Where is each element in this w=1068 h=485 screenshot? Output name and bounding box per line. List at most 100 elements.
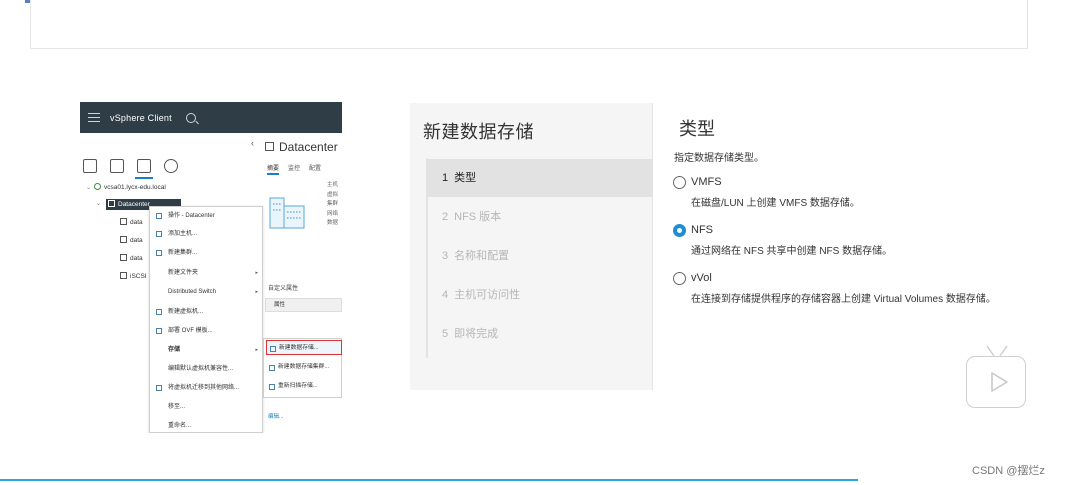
video-play-button[interactable] [966, 356, 1026, 408]
tab-monitor[interactable]: 监控 [288, 166, 300, 172]
menu-item-rescan-storage[interactable]: 重新扫描存储... [266, 379, 342, 394]
tree-label: data [130, 255, 143, 262]
tree-item-datastore[interactable]: data [120, 236, 143, 244]
step-number: 4 [442, 289, 449, 301]
collapse-chevron-icon[interactable]: ‹ [251, 138, 254, 148]
storage-icon[interactable] [135, 159, 153, 179]
edit-link[interactable]: 编辑... [268, 412, 284, 420]
wizard-step-1[interactable]: 1 类型 [426, 159, 653, 197]
custom-attributes-title: 自定义属性 [268, 286, 299, 292]
option-name: NFS [691, 224, 713, 236]
menu-item-new-cluster[interactable]: 新建集群... [150, 246, 262, 260]
tree-item-datastore[interactable]: data [120, 218, 143, 226]
submenu-arrow-icon: ▸ [255, 289, 258, 295]
menu-label: 操作 - Datacenter [168, 213, 215, 219]
tab-summary[interactable]: 摘要 [267, 166, 280, 175]
menu-item-new-folder[interactable]: 新建文件夹 ▸ [150, 266, 262, 280]
menu-label: 编辑默认虚拟机兼容性... [168, 366, 234, 372]
step-label: 类型 [454, 172, 477, 184]
info-line: 虚拟 [327, 191, 339, 198]
expand-caret-icon[interactable]: ⌄ [86, 184, 94, 191]
menu-item-new-datastore-cluster[interactable]: 新建数据存储集群... [266, 360, 342, 375]
step-number: 1 [442, 172, 449, 184]
menu-label: 新建数据存储集群... [278, 364, 330, 370]
migrate-icon [156, 385, 162, 391]
option-vvol[interactable]: vVol 在连接到存储提供程序的存储容器上创建 Virtual Volumes … [673, 272, 1033, 306]
datacenter-icon [265, 142, 274, 151]
tree-label: data [130, 219, 143, 226]
wizard-title: 新建数据存储 [423, 122, 534, 142]
networking-icon[interactable] [164, 159, 178, 173]
menu-item-new-vm[interactable]: 新建虚拟机... [150, 305, 262, 319]
menu-label: Distributed Switch [168, 289, 217, 295]
inventory-nav [83, 159, 178, 179]
step-number: 5 [442, 328, 449, 340]
step-label: 名称和配置 [454, 250, 510, 262]
menu-item-storage[interactable]: 存储 ▸ [150, 343, 262, 357]
search-icon[interactable] [185, 112, 196, 123]
context-menu: 操作 - Datacenter 添加主机... 新建集群... 新建文件夹 ▸ D… [149, 206, 263, 433]
menu-item-vm-compatibility[interactable]: 编辑默认虚拟机兼容性... [150, 362, 262, 376]
datacenter-illustration-icon [269, 197, 305, 229]
datacenter-icon [108, 200, 115, 207]
rescan-icon [269, 384, 275, 390]
page: vSphere Client ‹ ⌄ vcsa01.lycx-edu.local … [0, 0, 1068, 485]
menu-item-deploy-ovf[interactable]: 部署 OVF 模板... [150, 324, 262, 338]
menu-item-migrate-network[interactable]: 将虚拟机迁移到其他网络... [150, 381, 262, 395]
menu-label: 新建数据存储... [279, 345, 319, 351]
menu-item-rename[interactable]: 重命名... [150, 419, 262, 433]
menu-label: 新建集群... [168, 250, 198, 256]
datastore-icon [120, 236, 127, 243]
menu-item-distributed-switch[interactable]: Distributed Switch ▸ [150, 285, 262, 299]
submenu-arrow-icon: ▸ [255, 347, 258, 353]
tree-caret-datacenter[interactable]: ⌄ [96, 200, 104, 207]
menu-item-new-datastore[interactable]: 新建数据存储... [266, 340, 342, 355]
menu-label: 将虚拟机迁移到其他网络... [168, 385, 240, 391]
menu-item-add-host[interactable]: 添加主机... [150, 227, 262, 241]
cluster-icon [156, 250, 162, 256]
pane-title: Datacenter [265, 140, 338, 154]
vms-templates-icon[interactable] [110, 159, 124, 173]
tree-label: iSCSI [130, 273, 147, 280]
menu-label: 添加主机... [168, 231, 198, 237]
step-number: 3 [442, 250, 449, 262]
option-name: VMFS [691, 176, 722, 188]
option-nfs[interactable]: NFS 通过网络在 NFS 共享中创建 NFS 数据存储。 [673, 224, 1033, 258]
datastore-add-icon [270, 346, 276, 352]
menu-label: 新建虚拟机... [168, 309, 204, 315]
vsphere-screenshot: vSphere Client ‹ ⌄ vcsa01.lycx-edu.local … [80, 102, 342, 433]
menu-item-move-to[interactable]: 移至... [150, 400, 262, 414]
option-vmfs[interactable]: VMFS 在磁盘/LUN 上创建 VMFS 数据存储。 [673, 176, 1033, 210]
info-line: 数据 [327, 220, 339, 226]
expand-caret-icon[interactable]: ⌄ [96, 200, 104, 207]
step-number: 2 [442, 211, 449, 223]
summary-info: 主机 虚拟 集群 网络 数据 [327, 181, 338, 229]
pane-tabs: 摘要 监控 配置 [267, 163, 330, 175]
tree-item-datastore[interactable]: data [120, 254, 143, 262]
section-title: 类型 [679, 119, 715, 139]
menu-label: 新建文件夹 [168, 270, 199, 276]
wizard-step-2: 2 NFS 版本 [426, 198, 653, 236]
ovf-icon [156, 328, 162, 334]
radio-vmfs[interactable] [673, 176, 686, 189]
radio-nfs[interactable] [673, 224, 686, 237]
info-line: 集群 [327, 201, 339, 207]
step-label: 主机可访问性 [454, 289, 521, 301]
wizard-steps-panel: 新建数据存储 1 类型 2 NFS 版本 3 名称和配置 4 主机可访问性 5 即将完成 [410, 103, 653, 390]
hamburger-menu-icon[interactable] [88, 113, 100, 122]
option-description: 在连接到存储提供程序的存储容器上创建 Virtual Volumes 数据存储。 [691, 294, 996, 305]
hosts-clusters-icon[interactable] [83, 159, 97, 173]
vm-icon [156, 309, 162, 315]
menu-label: 部署 OVF 模板... [168, 328, 213, 334]
attribute-column-header[interactable]: 属性 [265, 298, 342, 312]
tree-item-datastore[interactable]: iSCSI [120, 272, 147, 280]
menu-label: 重命名... [168, 423, 192, 429]
tree-item-vcenter[interactable]: ⌄ vcsa01.lycx-edu.local [86, 183, 166, 191]
menu-label: 移至... [168, 404, 186, 410]
submenu-arrow-icon: ▸ [255, 270, 258, 276]
radio-vvol[interactable] [673, 272, 686, 285]
add-host-icon [156, 231, 162, 237]
datastore-icon [120, 272, 127, 279]
vsphere-header: vSphere Client [80, 102, 342, 133]
tab-configure[interactable]: 配置 [309, 166, 321, 172]
